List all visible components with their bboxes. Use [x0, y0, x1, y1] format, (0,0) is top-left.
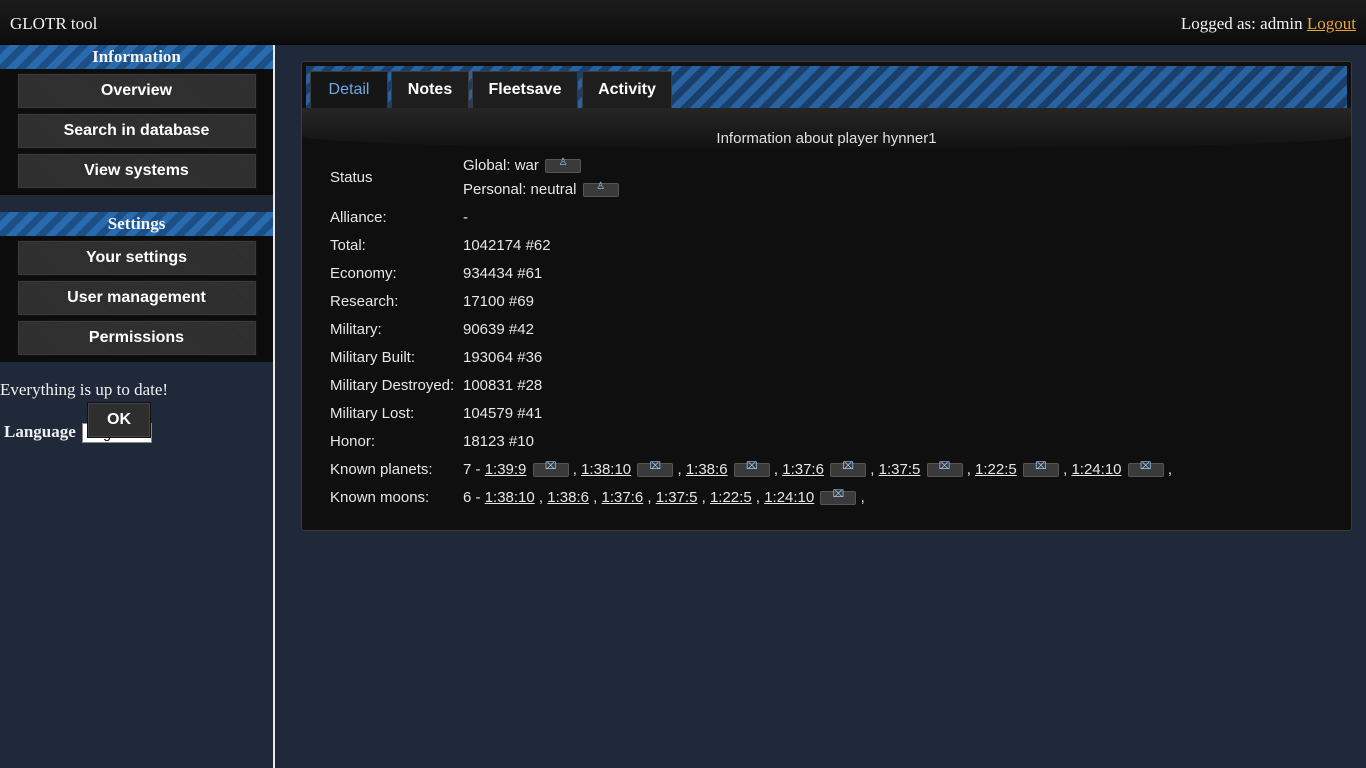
ok-button[interactable]: OK	[87, 402, 151, 438]
stat-value: 18123 #10	[463, 433, 534, 450]
stat-label: Alliance:	[330, 209, 387, 226]
moon-link[interactable]: 1:38:10	[485, 489, 535, 506]
show-planet-button[interactable]: ⌧	[830, 461, 867, 478]
tab-bar: Detail Notes Fleetsave Activity	[306, 66, 1347, 108]
planet-icon: ⌧	[832, 489, 845, 501]
known-moons-label: Known moons:	[330, 489, 430, 506]
permissions-button[interactable]: Permissions	[16, 320, 257, 356]
planet-icon: ⌧	[938, 461, 951, 473]
stat-value: -	[463, 209, 468, 226]
information-menu: Overview Search in database View systems	[0, 69, 273, 195]
user-icon: ♙	[596, 181, 606, 193]
settings-section-title: Settings	[0, 212, 273, 236]
show-planet-button[interactable]: ⌧	[1127, 461, 1164, 478]
stat-label: Economy:	[330, 265, 397, 282]
player-info-title: Information about player hynner1	[716, 130, 937, 147]
edit-personal-status-button[interactable]: ♙	[582, 181, 619, 198]
top-bar: GLOTR tool Logged as: admin Logout	[0, 0, 1366, 45]
moon-link[interactable]: 1:37:6	[601, 489, 643, 506]
planet-link[interactable]: 1:22:5	[975, 461, 1017, 478]
planet-link[interactable]: 1:38:10	[581, 461, 631, 478]
stat-value: 193064 #36	[463, 349, 543, 366]
moon-link[interactable]: 1:22:5	[710, 489, 752, 506]
planet-link[interactable]: 1:37:6	[782, 461, 824, 478]
stat-label: Military Built:	[330, 349, 416, 366]
stat-label: Total:	[330, 237, 366, 254]
planet-link[interactable]: 1:39:9	[485, 461, 527, 478]
logged-as-text: Logged as: admin	[1180, 14, 1303, 33]
stat-label: Honor:	[330, 433, 376, 450]
known-planets-count: 7 -	[463, 461, 481, 478]
planet-link[interactable]: 1:38:6	[686, 461, 728, 478]
planet-icon: ⌧	[544, 461, 557, 473]
show-planet-button[interactable]: ⌧	[733, 461, 770, 478]
search-in-database-button[interactable]: Search in database	[16, 113, 257, 149]
logout-link[interactable]: Logout	[1307, 14, 1356, 33]
planet-link[interactable]: 1:37:5	[879, 461, 921, 478]
known-moons-list: 6 - 1:38:10 , 1:38:6 , 1:37:6 , 1:37:5 ,…	[463, 489, 865, 506]
planet-icon: ⌧	[1139, 461, 1152, 473]
update-status-text: Everything is up to date!	[0, 380, 169, 399]
show-planet-button[interactable]: ⌧	[820, 489, 857, 506]
player-panel: Detail Notes Fleetsave Activity Informat…	[301, 61, 1352, 531]
user-management-button[interactable]: User management	[16, 280, 257, 316]
stat-value: 100831 #28	[463, 377, 543, 394]
moon-link[interactable]: 1:37:5	[656, 489, 698, 506]
known-planets-list: 7 - 1:39:9 ⌧ , 1:38:10 ⌧ , 1:38:6 ⌧ , 1:…	[463, 461, 1173, 478]
show-planet-button[interactable]: ⌧	[1022, 461, 1059, 478]
stat-value: 90639 #42	[463, 321, 534, 338]
user-icon: ♙	[558, 157, 568, 169]
planet-icon: ⌧	[842, 461, 854, 473]
show-planet-button[interactable]: ⌧	[926, 461, 963, 478]
stat-label: Military Lost:	[330, 405, 415, 422]
status-personal: Personal: neutral ♙	[463, 181, 619, 198]
app-title: GLOTR tool	[10, 14, 98, 33]
tab-activity[interactable]: Activity	[582, 71, 672, 108]
tab-detail[interactable]: Detail	[310, 71, 388, 108]
stat-value: 1042174 #62	[463, 237, 551, 254]
show-planet-button[interactable]: ⌧	[637, 461, 674, 478]
planet-icon: ⌧	[745, 461, 758, 473]
settings-menu: Your settings User management Permission…	[0, 236, 273, 362]
stat-value: 104579 #41	[463, 405, 543, 422]
known-moons-count: 6 -	[463, 489, 481, 506]
information-section-title: Information	[0, 45, 273, 69]
planet-icon: ⌧	[649, 461, 662, 473]
moon-link[interactable]: 1:24:10	[764, 489, 814, 506]
stat-label: Research:	[330, 293, 399, 310]
status-global: Global: war ♙	[463, 157, 582, 174]
stat-label: Military Destroyed:	[330, 377, 455, 394]
planet-link[interactable]: 1:24:10	[1071, 461, 1121, 478]
stat-value: 17100 #69	[463, 293, 534, 310]
language-label: Language	[4, 422, 76, 441]
tab-fleetsave[interactable]: Fleetsave	[472, 71, 578, 108]
planet-icon: ⌧	[1035, 461, 1047, 473]
view-systems-button[interactable]: View systems	[16, 153, 257, 189]
known-planets-label: Known planets:	[330, 461, 433, 478]
tab-notes[interactable]: Notes	[391, 71, 469, 108]
edit-global-status-button[interactable]: ♙	[545, 157, 582, 174]
login-info: Logged as: admin Logout	[1181, 14, 1356, 34]
status-label: Status	[330, 169, 373, 186]
show-planet-button[interactable]: ⌧	[532, 461, 569, 478]
stat-value: 934434 #61	[463, 265, 543, 282]
your-settings-button[interactable]: Your settings	[16, 240, 257, 276]
overview-button[interactable]: Overview	[16, 73, 257, 109]
moon-link[interactable]: 1:38:6	[547, 489, 589, 506]
stat-label: Military:	[330, 321, 382, 338]
